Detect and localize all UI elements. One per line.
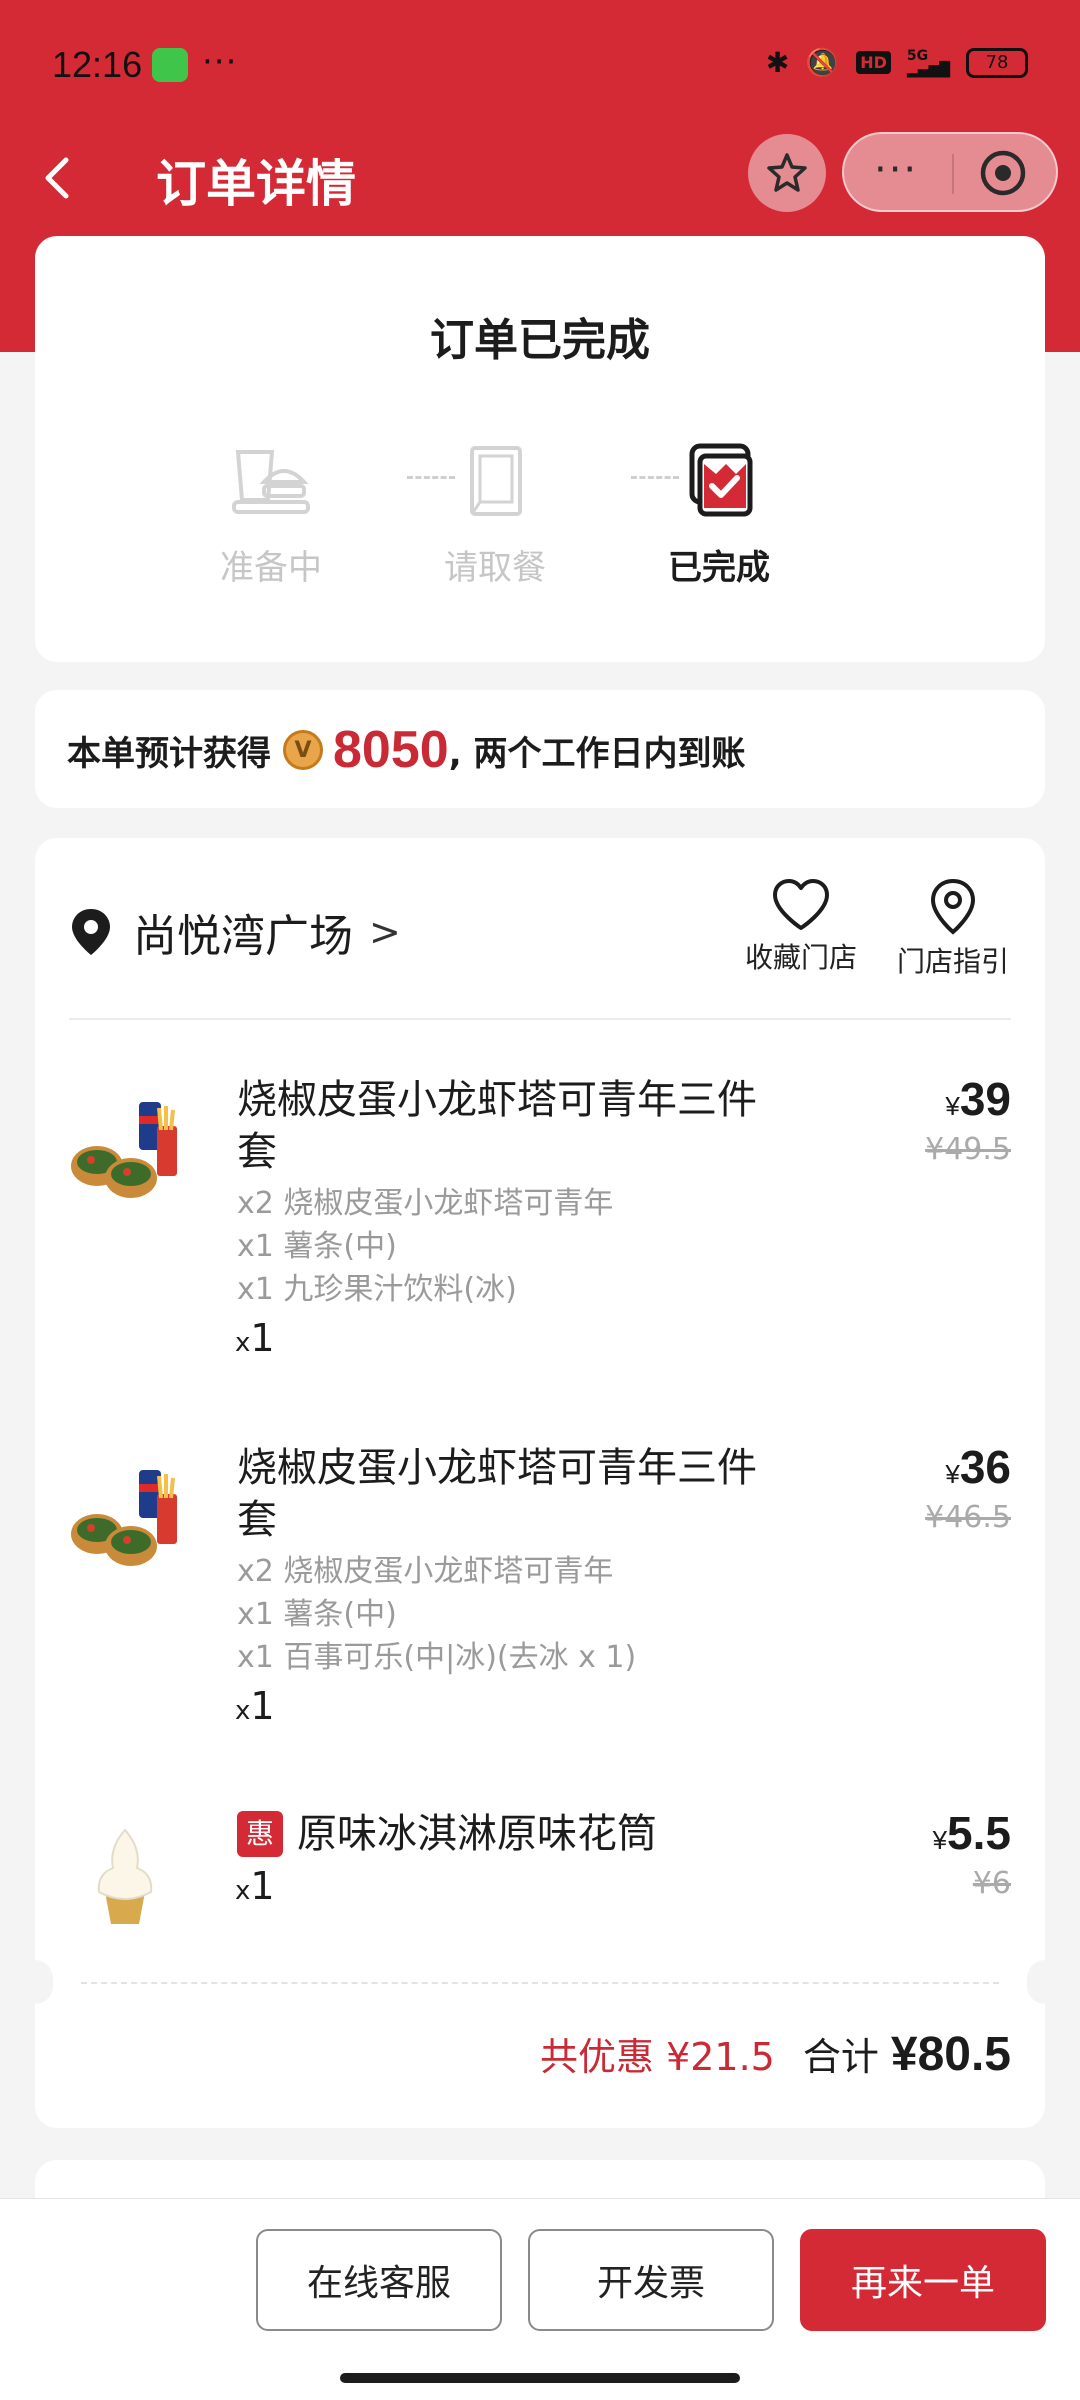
more-menu-button[interactable]: ···	[874, 150, 918, 190]
ticket-notch-left	[17, 1960, 53, 2004]
item-component: x1 薯条(中)	[237, 1229, 397, 1264]
total-saving: 共优惠 ¥21.5	[539, 2035, 775, 2079]
item-components: x2 烧椒皮蛋小龙虾塔可青年 x1 薯条(中) x1 百事可乐(中|冰)(去冰 …	[237, 1550, 636, 1679]
step-label: 准备中	[220, 548, 322, 588]
item-name: 惠原味冰淇淋原味花筒	[237, 1808, 837, 1860]
favorite-store-button[interactable]: 收藏门店	[745, 878, 857, 976]
back-button[interactable]	[30, 148, 90, 208]
ticket-notch-right	[1027, 1960, 1063, 2004]
wechat-icon	[152, 48, 188, 82]
notification-more-icon: ···	[202, 42, 238, 82]
item-original-price: ¥46.5	[925, 1500, 1011, 1535]
step-pickup: 请取餐	[415, 442, 575, 589]
item-name: 烧椒皮蛋小龙虾塔可青年三件套	[237, 1077, 757, 1175]
combo-meal-image	[71, 1470, 177, 1566]
signal-icon: 5G ▂▄▆█	[906, 47, 950, 78]
battery-icon: 78	[966, 47, 1028, 78]
burger-tray-icon	[232, 450, 310, 514]
order-status-card: 订单已完成 准备中 请取餐 已完成	[35, 236, 1045, 662]
total-label: 合计	[802, 2035, 879, 2079]
total-amount: ¥80.5	[890, 2028, 1011, 2081]
clock: 12:16	[52, 44, 143, 85]
miniprogram-capsule: ···	[842, 132, 1058, 212]
item-quantity: x1	[235, 1864, 275, 1908]
chevron-right-icon: >	[369, 910, 401, 954]
item-original-price: ¥6	[972, 1866, 1011, 1901]
store-name: 尚悦湾广场	[133, 911, 353, 962]
invoice-button[interactable]: 开发票	[528, 2229, 774, 2331]
mute-bell-icon: 🔕	[805, 46, 841, 79]
order-totals: 共优惠 ¥21.5 合计 ¥80.5	[540, 2026, 1011, 2082]
item-component: x1 九珍果汁饮料(冰)	[237, 1272, 517, 1307]
online-service-button[interactable]: 在线客服	[256, 2229, 502, 2331]
item-original-price: ¥49.5	[925, 1132, 1011, 1167]
dashed-divider	[81, 1982, 999, 1984]
nav-bar: 订单详情 ···	[0, 130, 1080, 230]
points-suffix: , 两个工作日内到账	[448, 733, 746, 774]
item-price: ¥36	[945, 1441, 1011, 1493]
hd-icon: HD	[856, 51, 891, 74]
order-items-card: 尚悦湾广场 > 收藏门店 门店指引 烧椒皮蛋小龙虾塔可青年三件套 x2 烧椒皮蛋…	[17, 838, 1063, 2128]
item-quantity: x1	[235, 1684, 275, 1728]
store-link[interactable]: 尚悦湾广场 >	[69, 900, 401, 964]
item-price: ¥39	[945, 1073, 1011, 1125]
location-pin-icon	[72, 909, 110, 955]
step-label: 请取餐	[444, 548, 546, 588]
kfc-bag-icon	[470, 446, 522, 516]
discount-badge: 惠	[237, 1811, 283, 1857]
order-status-title: 订单已完成	[430, 315, 650, 366]
step-completed: 已完成	[639, 442, 799, 589]
item-component: x1 薯条(中)	[237, 1597, 397, 1632]
combo-meal-image	[71, 1102, 177, 1198]
close-target-icon[interactable]	[978, 148, 1028, 198]
home-indicator[interactable]	[340, 2373, 740, 2383]
item-quantity: x1	[235, 1316, 275, 1360]
bluetooth-icon: ✱	[765, 46, 790, 79]
star-icon	[767, 153, 807, 192]
capsule-divider	[952, 154, 954, 194]
points-info: 本单预计获得 V 8050 , 两个工作日内到账	[67, 720, 745, 780]
store-guide-button[interactable]: 门店指引	[897, 878, 1009, 980]
divider	[69, 1018, 1011, 1020]
points-prefix: 本单预计获得	[67, 733, 271, 774]
item-name: 烧椒皮蛋小龙虾塔可青年三件套	[237, 1445, 757, 1543]
map-pin-icon	[930, 878, 976, 935]
page-title: 订单详情	[156, 155, 356, 213]
item-component: x2 烧椒皮蛋小龙虾塔可青年	[237, 1554, 614, 1589]
heart-icon	[773, 879, 829, 930]
reorder-button[interactable]: 再来一单	[800, 2229, 1046, 2331]
favorite-store-label: 收藏门店	[745, 941, 858, 974]
status-bar: 12:16 ··· ✱ 🔕 HD 5G ▂▄▆█ 78	[0, 0, 1080, 130]
bottom-action-bar: 在线客服 开发票 再来一单	[0, 2198, 1080, 2400]
item-component: x1 百事可乐(中|冰)(去冰 x 1)	[237, 1640, 637, 1675]
ice-cream-cone-image	[97, 1828, 153, 1924]
item-components: x2 烧椒皮蛋小龙虾塔可青年 x1 薯条(中) x1 九珍果汁饮料(冰)	[237, 1182, 613, 1311]
points-card: 本单预计获得 V 8050 , 两个工作日内到账	[35, 690, 1045, 808]
item-component: x2 烧椒皮蛋小龙虾塔可青年	[237, 1186, 614, 1221]
back-arrow-icon	[45, 157, 69, 199]
points-amount: 8050	[333, 721, 449, 779]
favorite-button[interactable]	[748, 134, 826, 212]
store-guide-label: 门店指引	[897, 945, 1010, 978]
coin-icon: V	[283, 730, 323, 770]
step-label: 已完成	[668, 548, 770, 588]
step-preparing: 准备中	[191, 442, 351, 589]
completed-check-icon	[689, 443, 753, 517]
item-price: ¥5.5	[932, 1807, 1011, 1859]
